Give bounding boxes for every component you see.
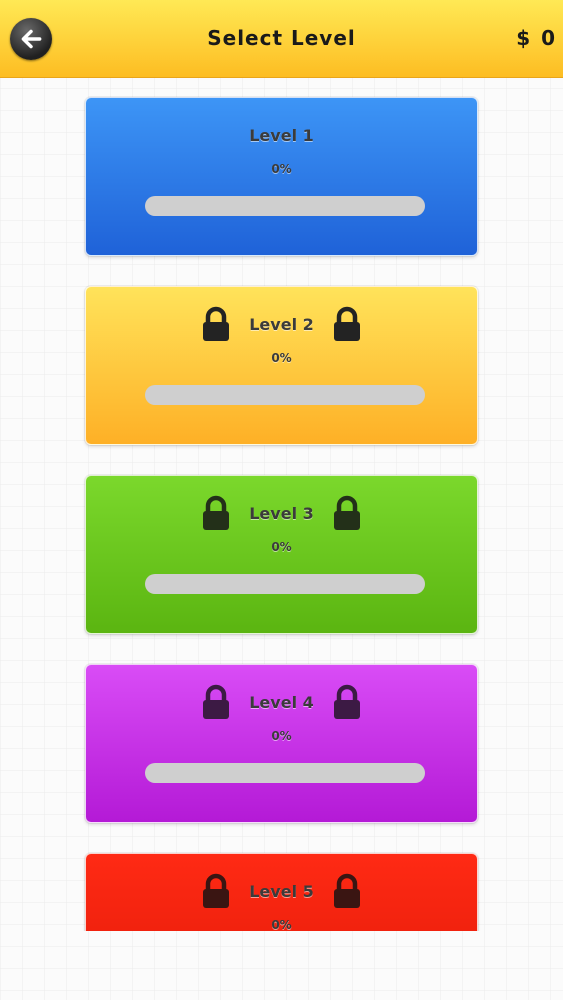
- level-card-4[interactable]: Level 4 0%: [85, 664, 478, 823]
- level-card-3[interactable]: Level 3 0%: [85, 475, 478, 634]
- progress-percent: 0%: [271, 162, 292, 176]
- lock-icon: [203, 495, 230, 530]
- progress-percent: 0%: [271, 729, 292, 743]
- lock-icon: [203, 873, 230, 908]
- progress-percent: 0%: [271, 918, 292, 931]
- progress-bar: [145, 574, 425, 594]
- progress-bar: [145, 385, 425, 405]
- lock-icon: [333, 873, 360, 908]
- lock-icon: [333, 306, 360, 341]
- progress-percent: 0%: [271, 540, 292, 554]
- progress-bar: [145, 196, 425, 216]
- level-card-5[interactable]: Level 5 0%: [85, 853, 478, 931]
- top-bar: Select Level $ 0: [0, 0, 563, 78]
- level-label: Level 1: [249, 125, 314, 145]
- level-list[interactable]: Level 1 0% Level 2 0% Level 3 0% Level 4…: [0, 79, 563, 931]
- level-card-2[interactable]: Level 2 0%: [85, 286, 478, 445]
- progress-percent: 0%: [271, 351, 292, 365]
- progress-bar: [145, 763, 425, 783]
- level-label: Level 4: [249, 692, 314, 712]
- level-label: Level 5: [249, 881, 314, 901]
- page-title: Select Level: [207, 26, 356, 50]
- coin-balance: $ 0: [516, 26, 557, 50]
- lock-icon: [333, 684, 360, 719]
- level-label: Level 3: [249, 503, 314, 523]
- lock-icon: [203, 684, 230, 719]
- lock-icon: [333, 495, 360, 530]
- lock-icon: [203, 306, 230, 341]
- level-label: Level 2: [249, 314, 314, 334]
- level-card-1[interactable]: Level 1 0%: [85, 97, 478, 256]
